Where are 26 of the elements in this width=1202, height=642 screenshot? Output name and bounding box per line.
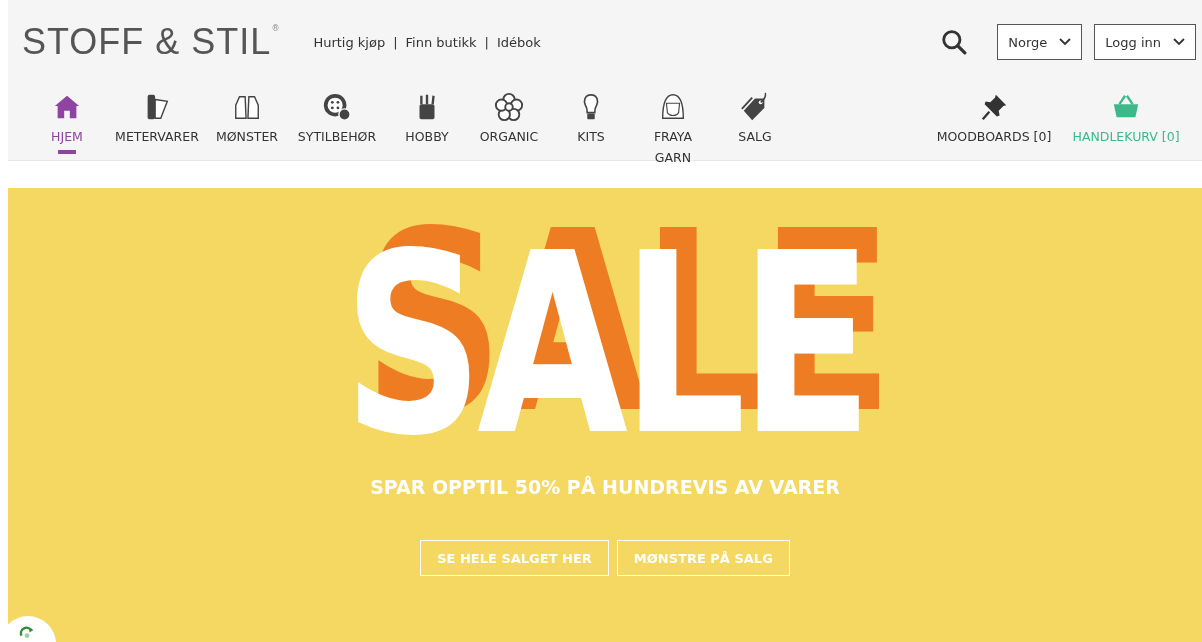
login-select[interactable]: Logg inn — [1094, 24, 1196, 60]
nav-item[interactable]: SALG — [714, 84, 796, 147]
separator: | — [484, 34, 489, 50]
logo[interactable]: STOFF & STIL — [22, 24, 272, 60]
nav-item[interactable]: ORGANIC — [468, 84, 550, 147]
top-link[interactable]: Hurtig kjøp — [313, 34, 386, 50]
search-icon[interactable] — [941, 29, 968, 55]
nav-item[interactable]: METERVARER — [108, 84, 206, 147]
flower-icon — [494, 92, 524, 122]
moodboards-link[interactable]: MOODBOARDS [0] — [928, 84, 1060, 147]
pin-icon — [979, 92, 1009, 122]
nav-item[interactable]: SYTILBEHØR — [288, 84, 386, 147]
top-link[interactable]: Idébok — [497, 34, 541, 50]
nav-item[interactable]: HJEM — [26, 84, 108, 154]
chevron-down-icon — [1059, 38, 1072, 46]
country-select[interactable]: Norge — [997, 24, 1083, 60]
top-link[interactable]: Finn butikk — [405, 34, 477, 50]
nav-item[interactable]: FRAYA GARN — [632, 84, 714, 168]
button-icon — [322, 92, 352, 122]
separator: | — [393, 34, 398, 50]
nav-item[interactable]: HOBBY — [386, 84, 468, 147]
nav-item[interactable]: MØNSTER — [206, 84, 288, 147]
registered-mark: ® — [271, 24, 280, 33]
chevron-down-icon — [1173, 38, 1185, 46]
sale-subline: SPAR OPPTIL 50% PÅ HUNDREVIS AV VARER — [370, 476, 840, 498]
nav-item[interactable]: KITS — [550, 84, 632, 147]
